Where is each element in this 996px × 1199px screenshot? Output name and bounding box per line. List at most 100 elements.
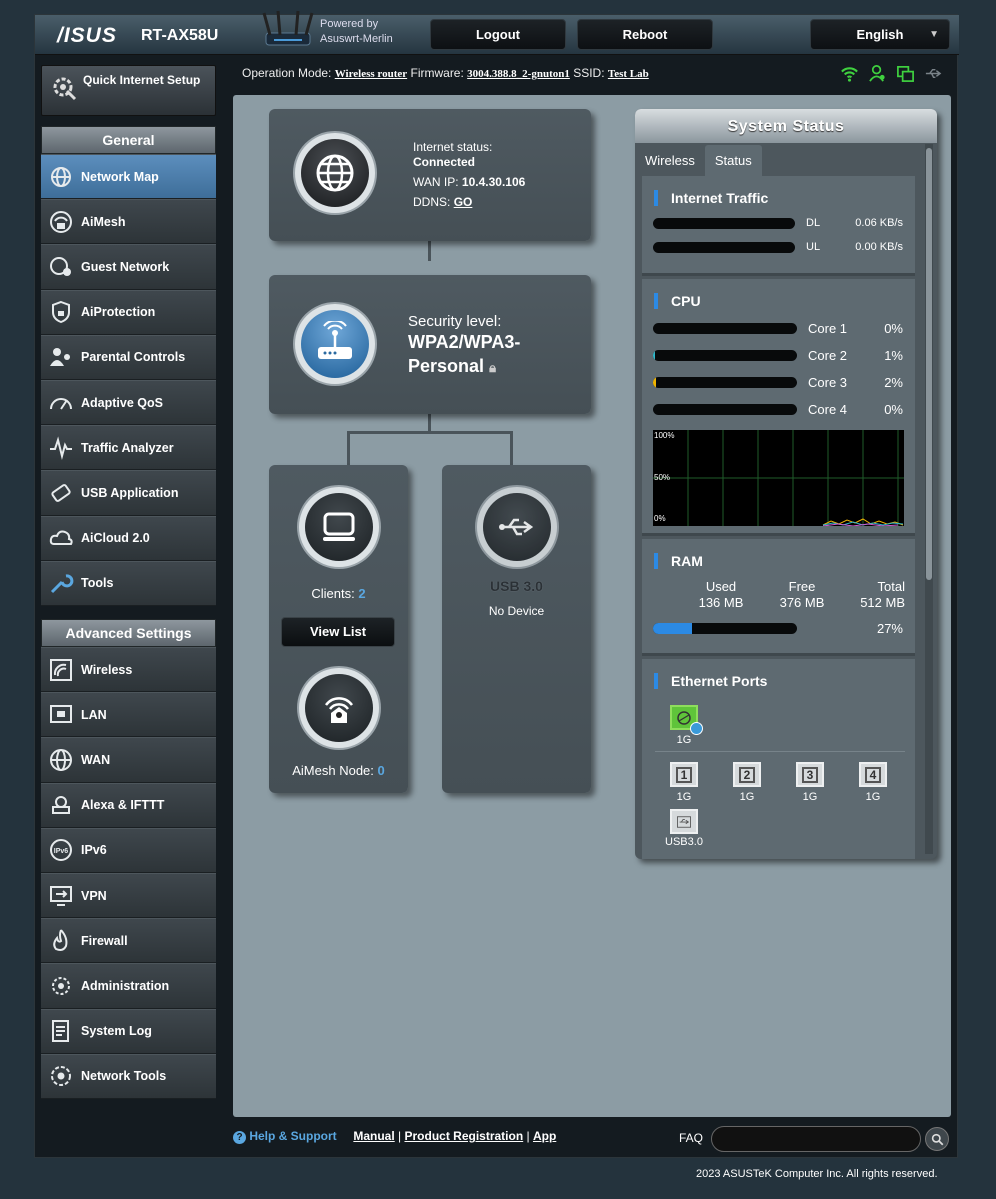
sidebar-item-alexa[interactable]: Alexa & IFTTT: [41, 782, 216, 828]
powered-by-label: Powered by: [320, 18, 379, 30]
search-icon: [931, 1133, 943, 1145]
clients-card: Clients: 2 View List AiMesh Node: 0: [269, 465, 408, 793]
wan-port-speed: 1G: [676, 734, 692, 746]
cpu-core-label: Core 2: [808, 348, 848, 363]
sidebar-item-network-tools[interactable]: Network Tools: [41, 1053, 216, 1099]
lan-port-number: 4: [865, 766, 881, 783]
connection-status-icon[interactable]: [896, 64, 915, 83]
adaptive-qos-icon-wrapper: [47, 389, 75, 417]
wan-port-icon[interactable]: [670, 705, 703, 735]
sidebar-item-aicloud[interactable]: AiCloud 2.0: [41, 515, 216, 561]
sidebar-item-wireless[interactable]: Wireless: [41, 647, 216, 693]
security-level-label: Security level:: [408, 313, 502, 330]
sidebar-item-label: WAN: [81, 752, 111, 767]
ipv6-icon-wrapper: IPv6: [47, 836, 75, 864]
clients-label: Clients:: [311, 586, 355, 601]
cpu-title: CPU: [654, 293, 701, 309]
sidebar-item-vpn[interactable]: VPN: [41, 872, 216, 919]
aimesh-node-button[interactable]: [299, 668, 379, 748]
system-status-scrollbar[interactable]: [925, 144, 933, 854]
usb-port-icon[interactable]: [670, 809, 698, 834]
scrollbar-thumb[interactable]: [926, 148, 932, 580]
sidebar-item-administration[interactable]: Administration: [41, 963, 216, 1009]
sidebar-item-usb-application[interactable]: USB Application: [41, 470, 216, 516]
help-support-link[interactable]: Help & Support: [249, 1129, 336, 1143]
aicloud-icon-wrapper: [47, 524, 75, 552]
ram-used-label: Used: [705, 579, 737, 594]
firmware-link[interactable]: 3004.388.8_2-gnuton1: [467, 68, 570, 80]
logout-button[interactable]: Logout: [430, 19, 566, 50]
divider: [655, 751, 905, 752]
lan-port-icon[interactable]: 3: [796, 762, 824, 787]
aimesh-icon-wrapper: [47, 208, 75, 236]
user-status-icon[interactable]: [868, 64, 887, 83]
sidebar-item-adaptive-qos[interactable]: Adaptive QoS: [41, 379, 216, 426]
general-menu-title: General: [41, 126, 216, 154]
ram-bar: [653, 623, 797, 634]
graph-label-50: 50%: [654, 473, 671, 482]
internet-globe-button[interactable]: [295, 133, 375, 213]
security-value-line2: Personal: [408, 356, 485, 376]
usb-button[interactable]: [477, 487, 557, 567]
lan-port-icon[interactable]: 1: [670, 762, 698, 787]
ram-section: RAM Used 136 MB Free 376 MB Total 512 MB…: [642, 539, 915, 656]
manual-link[interactable]: Manual: [353, 1129, 394, 1143]
usb-status-icon[interactable]: [924, 64, 943, 83]
wan-ip-value: 10.4.30.106: [461, 175, 526, 189]
asus-logo[interactable]: /ISUS: [57, 24, 117, 48]
sidebar-item-aimesh[interactable]: AiMesh: [41, 199, 216, 245]
wan-icon: [50, 748, 72, 771]
sidebar-item-firewall[interactable]: Firewall: [41, 918, 216, 964]
sidebar-item-guest-network[interactable]: Guest Network: [41, 244, 216, 290]
tab-status[interactable]: Status: [704, 145, 762, 176]
wifi-status-icon[interactable]: [840, 64, 859, 83]
ethernet-ports-section: Ethernet Ports 1G 1 1G 2 1G 3 1G 4 1G USB3.…: [642, 659, 915, 859]
sidebar-item-traffic-analyzer[interactable]: Traffic Analyzer: [41, 425, 216, 471]
reboot-button[interactable]: Reboot: [577, 19, 713, 50]
ddns-go-link[interactable]: GO: [454, 195, 473, 209]
faq-search-input[interactable]: [711, 1126, 921, 1152]
lan-port-icon[interactable]: 4: [859, 762, 887, 787]
sidebar-item-ipv6[interactable]: IPv6 IPv6: [41, 827, 216, 873]
sidebar-item-wan[interactable]: WAN: [41, 737, 216, 783]
sidebar-item-label: Tools: [81, 576, 114, 591]
router-card[interactable]: Security level: WPA2/WPA3- Personal 🔒︎: [269, 275, 591, 414]
sidebar-item-tools[interactable]: Tools: [41, 560, 216, 606]
sidebar-item-label: Parental Controls: [81, 350, 186, 365]
quick-internet-setup-button[interactable]: Quick Internet Setup: [41, 65, 216, 116]
wan-ip-label: WAN IP:: [413, 175, 459, 189]
router-button[interactable]: [295, 304, 375, 384]
lan-port-icon[interactable]: 2: [733, 762, 761, 787]
language-select[interactable]: English ▼: [810, 19, 950, 50]
cpu-core-label: Core 3: [808, 375, 848, 390]
sidebar-item-label: LAN: [81, 707, 107, 722]
parental-controls-icon: [50, 348, 70, 367]
quick-setup-label: Quick Internet Setup: [83, 73, 201, 87]
lan-icon-wrapper: [47, 701, 75, 729]
sidebar-item-system-log[interactable]: System Log: [41, 1008, 216, 1054]
faq-search-button[interactable]: [925, 1127, 949, 1151]
administration-icon-wrapper: [47, 972, 75, 1000]
sidebar-item-parental-controls[interactable]: Parental Controls: [41, 334, 216, 380]
sidebar-item-label: Network Tools: [81, 1069, 167, 1084]
guest-network-icon-wrapper: [47, 253, 75, 281]
usb-label: USB 3.0: [490, 578, 543, 594]
tab-wireless[interactable]: Wireless: [635, 145, 705, 176]
ethernet-ports-title: Ethernet Ports: [654, 673, 767, 689]
sidebar-item-aiprotection[interactable]: AiProtection: [41, 289, 216, 335]
clients-button[interactable]: [299, 487, 379, 567]
view-list-button[interactable]: View List: [281, 617, 395, 647]
op-mode-link[interactable]: Wireless router: [335, 68, 407, 80]
app-link[interactable]: App: [533, 1129, 556, 1143]
sidebar-item-label: Adaptive QoS: [81, 395, 163, 410]
sidebar-item-lan[interactable]: LAN: [41, 692, 216, 738]
ssid-link[interactable]: Test Lab: [608, 68, 649, 80]
ul-value: 0.00 KB/s: [855, 241, 903, 253]
sidebar-item-network-map[interactable]: Network Map: [41, 154, 216, 200]
advanced-menu: Wireless LAN WAN Alexa & IFTTT IPv6 IPv6 VPN Fi…: [41, 647, 216, 1099]
traffic-analyzer-icon-wrapper: [47, 434, 75, 462]
system-status-panel: System Status Wireless Status Internet T…: [635, 109, 937, 859]
lock-icon: 🔒︎: [489, 360, 496, 375]
product-registration-link[interactable]: Product Registration: [404, 1129, 523, 1143]
internet-status-card[interactable]: Internet status: Connected WAN IP: 10.4.…: [269, 109, 591, 241]
